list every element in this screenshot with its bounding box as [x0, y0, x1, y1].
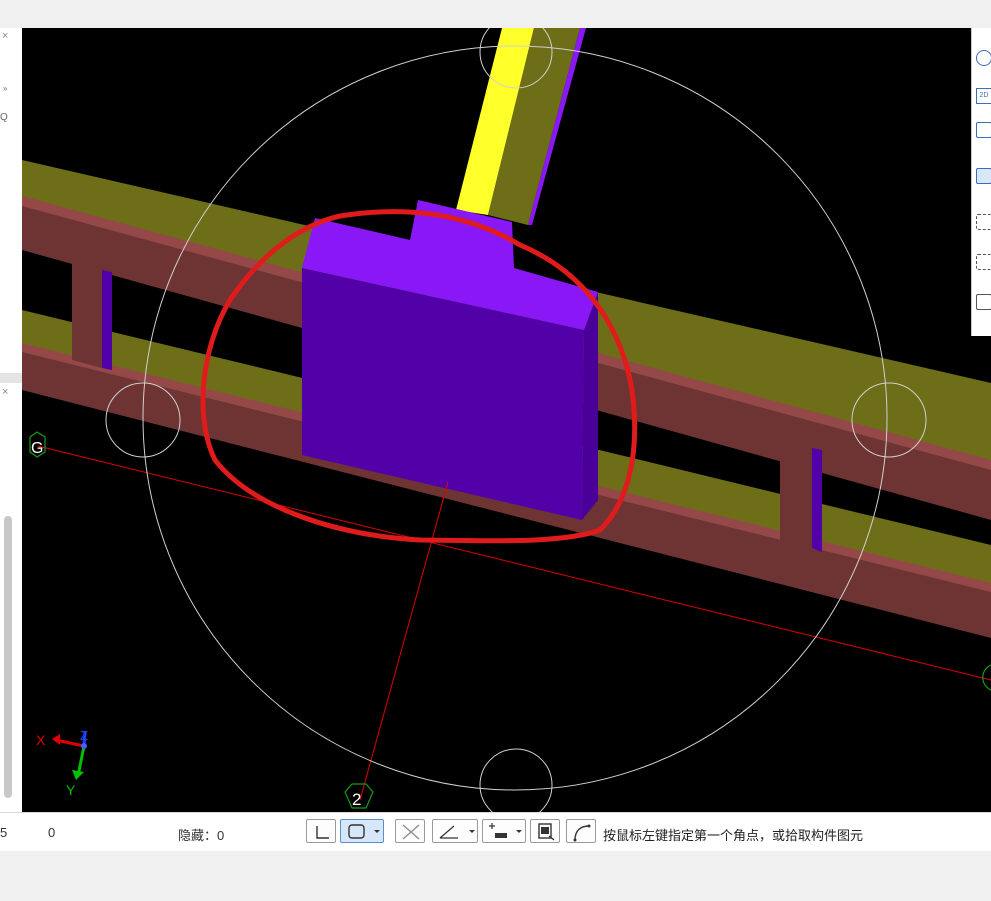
view-icon — [538, 823, 555, 841]
expand-icon[interactable]: » — [3, 84, 7, 93]
arc-button[interactable] — [566, 819, 596, 843]
axis-marker-edge — [982, 664, 991, 691]
select-box-icon[interactable] — [976, 214, 991, 230]
list-icon[interactable] — [976, 294, 991, 310]
view-button[interactable] — [530, 819, 560, 843]
3d-viewport[interactable]: G 2 X Y Z — [22, 28, 991, 812]
status-left-num: 5 — [0, 825, 8, 840]
offset-icon — [489, 823, 522, 838]
status-count: 0 — [48, 825, 56, 840]
triad-x-arrow — [52, 734, 60, 745]
post — [780, 440, 812, 548]
bottom-area — [0, 851, 991, 901]
ortho-button[interactable] — [306, 819, 336, 843]
triad-z-label: Z — [80, 728, 88, 743]
panel-divider — [0, 373, 22, 383]
post — [72, 262, 102, 368]
status-hint: 按鼠标左键指定第一个角点，或拾取构件图元 — [603, 828, 864, 843]
hidden-count: 隐藏：0 — [178, 828, 225, 843]
right-toolbar: 2D — [971, 28, 991, 336]
3d-scene: G 2 X Y Z — [22, 28, 991, 812]
orbit-handle — [479, 748, 553, 812]
angle-button[interactable] — [432, 819, 478, 843]
cross-button[interactable] — [395, 819, 425, 843]
axis-label-2: 2 — [352, 790, 361, 809]
grid-line-2 — [359, 481, 449, 801]
top-area — [0, 0, 991, 28]
post-side — [102, 270, 112, 370]
triad-y-arrow — [72, 770, 84, 780]
close-icon[interactable]: × — [2, 386, 8, 398]
ortho-icon — [316, 826, 329, 839]
box-view-icon[interactable] — [976, 122, 991, 138]
status-bar: 5 0 隐藏：0 按鼠标左键指定第一个角点，或拾取构件图元 — [0, 812, 991, 851]
post-side — [812, 448, 822, 552]
close-icon[interactable]: × — [2, 30, 8, 42]
triad-y-label: Y — [66, 782, 76, 798]
2d-view-icon[interactable]: 2D — [976, 88, 991, 104]
angle-icon — [439, 825, 475, 839]
scrollbar[interactable] — [4, 516, 12, 798]
axis-label-g: G — [31, 440, 43, 457]
select-rect-button[interactable] — [340, 819, 384, 843]
triad-x-label: X — [36, 732, 46, 748]
section-box-icon[interactable] — [976, 254, 991, 270]
cross-icon — [402, 824, 420, 840]
search-icon[interactable]: Q — [0, 112, 8, 123]
arc-icon — [573, 824, 591, 842]
left-panel: × » Q × — [0, 28, 23, 812]
box-view-active-icon[interactable] — [976, 168, 991, 184]
triad-origin — [81, 743, 87, 749]
orbit-icon[interactable] — [976, 50, 991, 66]
select-rect-icon — [348, 824, 380, 839]
offset-button[interactable] — [482, 819, 526, 843]
